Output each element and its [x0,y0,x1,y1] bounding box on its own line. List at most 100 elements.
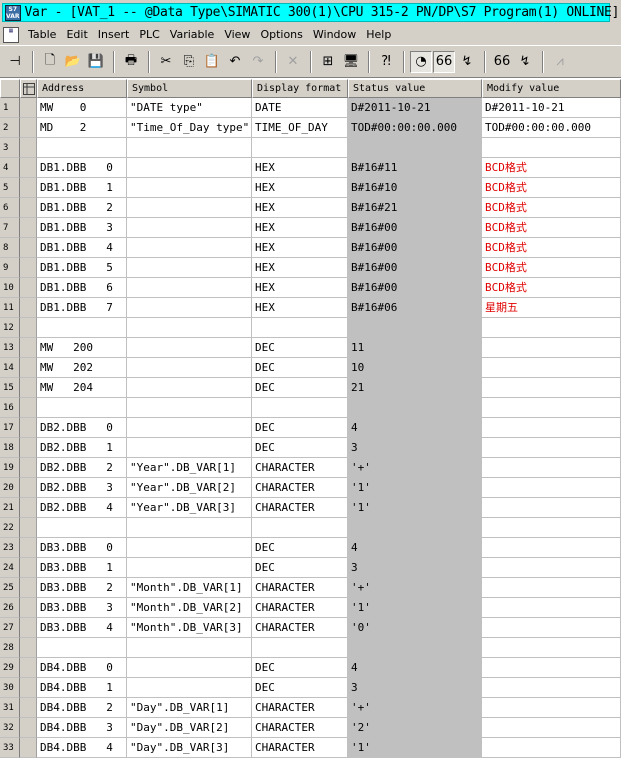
display-format-cell[interactable]: DEC [252,418,348,438]
display-format-cell[interactable] [252,318,348,338]
row-selector[interactable] [20,418,37,438]
address-cell[interactable] [37,398,127,418]
monitor-device-icon[interactable]: 🖥 [340,51,362,73]
modify-value-cell[interactable]: BCD格式 [482,258,621,278]
table-row[interactable]: 4 DB1.DBB 0 HEX B#16#11 BCD格式 [0,158,621,178]
row-selector[interactable] [20,138,37,158]
modify-value-cell[interactable]: BCD格式 [482,198,621,218]
modify-value-cell[interactable] [482,598,621,618]
modify-value-cell[interactable]: BCD格式 [482,158,621,178]
row-selector[interactable] [20,498,37,518]
symbol-cell[interactable] [127,678,252,698]
address-cell[interactable]: DB1.DBB 0 [37,158,127,178]
table-row[interactable]: 1 MW 0 "DATE type" DATE D#2011-10-21 D#2011-1… [0,98,621,118]
pin-icon[interactable]: ⊣ [4,51,26,73]
display-format-cell[interactable]: CHARACTER [252,498,348,518]
symbol-cell[interactable]: "Month".DB_VAR[1] [127,578,252,598]
address-cell[interactable]: DB3.DBB 4 [37,618,127,638]
row-selector[interactable] [20,678,37,698]
modify-value-cell[interactable] [482,698,621,718]
monitor-variable-once-icon[interactable]: 66 [433,50,455,73]
address-cell[interactable]: DB3.DBB 1 [37,558,127,578]
display-format-cell[interactable]: DEC [252,378,348,398]
row-selector[interactable] [20,598,37,618]
address-cell[interactable]: DB1.DBB 5 [37,258,127,278]
symbol-cell[interactable]: "Year".DB_VAR[2] [127,478,252,498]
status-value-cell[interactable]: TOD#00:00:00.000 [348,118,482,138]
address-cell[interactable]: MW 202 [37,358,127,378]
display-format-cell[interactable]: CHARACTER [252,578,348,598]
symbol-cell[interactable]: "Year".DB_VAR[3] [127,498,252,518]
modify-value-cell[interactable] [482,318,621,338]
address-cell[interactable]: DB1.DBB 7 [37,298,127,318]
row-selector[interactable] [20,638,37,658]
table-row[interactable]: 30 DB4.DBB 1 DEC 3 [0,678,621,698]
row-selector[interactable] [20,258,37,278]
symbol-cell[interactable] [127,338,252,358]
modify-value-cell[interactable] [482,498,621,518]
display-format-cell[interactable] [252,138,348,158]
table-row[interactable]: 12 [0,318,621,338]
status-value-cell[interactable]: 3 [348,438,482,458]
status-value-cell[interactable]: 4 [348,658,482,678]
display-format-cell[interactable]: HEX [252,198,348,218]
status-value-cell[interactable]: B#16#00 [348,258,482,278]
modify-value-cell[interactable] [482,518,621,538]
modify-value-cell[interactable] [482,738,621,758]
display-format-cell[interactable]: CHARACTER [252,478,348,498]
table-row[interactable]: 27 DB3.DBB 4 "Month".DB_VAR[3] CHARACTER '0' [0,618,621,638]
table-row[interactable]: 8 DB1.DBB 4 HEX B#16#00 BCD格式 [0,238,621,258]
status-value-cell[interactable]: 3 [348,558,482,578]
status-value-cell[interactable]: 4 [348,418,482,438]
save-icon[interactable]: 💾 [85,51,107,73]
modify-value-cell[interactable] [482,438,621,458]
table-row[interactable]: 11 DB1.DBB 7 HEX B#16#06 星期五 [0,298,621,318]
document-icon[interactable]: ▦ [3,27,19,43]
address-cell[interactable]: DB4.DBB 4 [37,738,127,758]
modify-value-cell[interactable] [482,358,621,378]
table-row[interactable]: 22 [0,518,621,538]
modify-value-cell[interactable]: BCD格式 [482,238,621,258]
table-row[interactable]: 29 DB4.DBB 0 DEC 4 [0,658,621,678]
activate-modify-values-icon[interactable]: ↯ [514,51,536,73]
symbol-cell[interactable] [127,138,252,158]
column-header-modify-value[interactable]: Modify value [482,79,621,98]
status-value-cell[interactable]: D#2011-10-21 [348,98,482,118]
status-value-cell[interactable]: B#16#00 [348,218,482,238]
column-header-symbol[interactable]: Symbol [127,79,252,98]
display-format-cell[interactable]: HEX [252,158,348,178]
modify-value-cell[interactable] [482,678,621,698]
undo-icon[interactable]: ↶ [224,51,246,73]
display-format-cell[interactable]: CHARACTER [252,458,348,478]
address-cell[interactable]: DB2.DBB 4 [37,498,127,518]
table-row[interactable]: 17 DB2.DBB 0 DEC 4 [0,418,621,438]
status-value-cell[interactable]: 10 [348,358,482,378]
display-format-cell[interactable]: DEC [252,358,348,378]
status-value-cell[interactable] [348,398,482,418]
symbol-cell[interactable] [127,258,252,278]
row-selector[interactable] [20,478,37,498]
modify-variable-icon[interactable]: ↯ [456,51,478,73]
force-icon[interactable]: ⩘ [549,51,571,73]
display-format-cell[interactable]: CHARACTER [252,598,348,618]
table-row[interactable]: 14 MW 202 DEC 10 [0,358,621,378]
print-icon[interactable]: 🖶 [120,51,142,73]
modify-value-cell[interactable] [482,538,621,558]
row-selector[interactable] [20,658,37,678]
table-row[interactable]: 20 DB2.DBB 3 "Year".DB_VAR[2] CHARACTER '1' [0,478,621,498]
table-row[interactable]: 13 MW 200 DEC 11 [0,338,621,358]
display-format-cell[interactable]: HEX [252,238,348,258]
modify-value-cell[interactable] [482,478,621,498]
symbol-cell[interactable] [127,178,252,198]
table-row[interactable]: 28 [0,638,621,658]
status-value-cell[interactable]: 4 [348,538,482,558]
table-row[interactable]: 16 [0,398,621,418]
modify-value-cell[interactable] [482,618,621,638]
symbol-cell[interactable] [127,538,252,558]
modify-value-cell[interactable] [482,458,621,478]
new-file-icon[interactable]: 🗋 [39,51,61,73]
open-folder-icon[interactable]: 📂 [62,51,84,73]
row-selector[interactable] [20,738,37,758]
status-value-cell[interactable] [348,318,482,338]
table-row[interactable]: 33 DB4.DBB 4 "Day".DB_VAR[3] CHARACTER '1' [0,738,621,758]
